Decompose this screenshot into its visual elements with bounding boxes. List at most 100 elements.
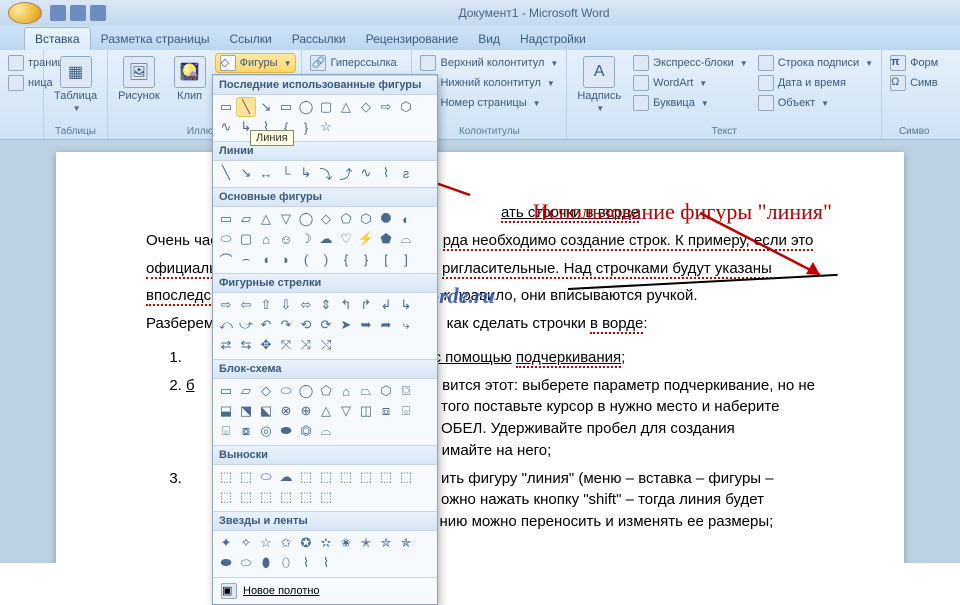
shape-cell[interactable]: ) xyxy=(317,250,335,268)
hyperlink-button[interactable]: 🔗Гиперссылка xyxy=(308,54,398,72)
shape-cell[interactable]: ➤ xyxy=(337,316,355,334)
shape-cell[interactable]: ◯ xyxy=(297,210,315,228)
shape-cell[interactable]: ⇧ xyxy=(257,296,275,314)
shape-cell[interactable]: ⌒ xyxy=(217,250,235,268)
shape-cell[interactable]: ✥ xyxy=(257,336,275,354)
document-page[interactable]: Использование фигуры "линия" ать строчки… xyxy=(56,152,904,563)
shape-cell[interactable]: ⇆ xyxy=(237,336,255,354)
shape-cell[interactable]: ⧇ xyxy=(237,422,255,440)
shape-curve[interactable]: ∿ xyxy=(217,118,235,136)
shape-cell[interactable]: ⌻ xyxy=(217,422,235,440)
shape-cell[interactable]: ⬠ xyxy=(317,382,335,400)
shape-cell[interactable]: ⬬ xyxy=(217,554,235,572)
tab-references[interactable]: Ссылки xyxy=(219,28,281,50)
shape-scribble[interactable]: ƨ xyxy=(397,164,415,182)
shape-cell[interactable]: ⬮ xyxy=(257,554,275,572)
shape-cell[interactable]: ⬭ xyxy=(217,230,235,248)
shape-rbrace[interactable]: } xyxy=(297,118,315,136)
shape-cell[interactable]: ⬚ xyxy=(257,488,275,506)
shape-cell[interactable]: ⬚ xyxy=(217,468,235,486)
shape-curve2[interactable]: ∿ xyxy=(357,164,375,182)
shape-cell[interactable]: ⯃ xyxy=(377,210,395,228)
shape-elbow[interactable]: └ xyxy=(277,164,295,182)
shape-cell[interactable]: ◐ xyxy=(397,210,415,228)
shape-cell[interactable]: ⌓ xyxy=(397,230,415,248)
shape-cell[interactable]: ⬚ xyxy=(237,488,255,506)
shape-cell[interactable]: ↷ xyxy=(277,316,295,334)
shape-cell[interactable]: ➦ xyxy=(377,316,395,334)
shape-cell[interactable]: ⤷ xyxy=(397,316,415,334)
shape-cell[interactable]: ⤺ xyxy=(217,316,235,334)
shape-cell[interactable]: ⧈ xyxy=(377,402,395,420)
shape-cell[interactable]: ✬ xyxy=(337,534,355,552)
shape-cell[interactable]: ⬚ xyxy=(277,488,295,506)
shape-triangle[interactable]: △ xyxy=(337,98,355,116)
shape-cell[interactable]: ⌇ xyxy=(297,554,315,572)
wordart-button[interactable]: WordArt▼ xyxy=(631,74,750,92)
footer-button[interactable]: Нижний колонтитул▼ xyxy=(418,74,556,92)
shape-cell[interactable]: △ xyxy=(257,210,275,228)
shape-cell[interactable]: ☁ xyxy=(277,468,295,486)
shape-cell[interactable]: ⟲ xyxy=(297,316,315,334)
symbol-button[interactable]: ΩСимв xyxy=(888,74,940,92)
shape-cell[interactable]: ⬚ xyxy=(297,468,315,486)
shape-cell[interactable]: ☺ xyxy=(277,230,295,248)
shape-cell[interactable]: ⬯ xyxy=(277,554,295,572)
shape-cell[interactable]: ⬭ xyxy=(257,468,275,486)
object-button[interactable]: Объект▼ xyxy=(756,94,875,112)
shape-cell[interactable]: ⬚ xyxy=(377,468,395,486)
table-button[interactable]: ▦ Таблица ▼ xyxy=(50,54,101,115)
shape-cell[interactable]: ⬔ xyxy=(237,402,255,420)
shape-cell[interactable]: ☁ xyxy=(317,230,335,248)
shape-cell[interactable]: ⤧ xyxy=(277,336,295,354)
textbox-button[interactable]: A Надпись ▼ xyxy=(573,54,625,115)
dropcap-button[interactable]: Буквица▼ xyxy=(631,94,750,112)
tab-insert[interactable]: Вставка xyxy=(24,27,91,50)
shape-cell[interactable]: ◗ xyxy=(277,250,295,268)
date-time-button[interactable]: Дата и время xyxy=(756,74,875,92)
shape-cell[interactable]: ⤨ xyxy=(297,336,315,354)
shape-cell[interactable]: ⌂ xyxy=(257,230,275,248)
shape-cell[interactable]: ↱ xyxy=(357,296,375,314)
shape-cell[interactable]: ⬚ xyxy=(297,488,315,506)
shape-cell[interactable]: ⇦ xyxy=(237,296,255,314)
shape-cell[interactable]: ⏢ xyxy=(357,382,375,400)
shape-arrow[interactable]: ↘ xyxy=(257,98,275,116)
shape-roundrect[interactable]: ▢ xyxy=(317,98,335,116)
shapes-button[interactable]: ◇ Фигуры ▼ xyxy=(216,54,296,72)
shape-cell[interactable]: ⬡ xyxy=(357,210,375,228)
shape-star[interactable]: ☆ xyxy=(317,118,335,136)
shape-cell[interactable]: ◇ xyxy=(317,210,335,228)
document-area[interactable]: Использование фигуры "линия" ать строчки… xyxy=(0,140,960,563)
shape-cell[interactable]: ✭ xyxy=(357,534,375,552)
shape-cell[interactable]: ▭ xyxy=(217,382,235,400)
shape-cell[interactable]: [ xyxy=(377,250,395,268)
shape-cell[interactable]: ⊕ xyxy=(297,402,315,420)
shape-cell[interactable]: ⬚ xyxy=(397,468,415,486)
qat-redo-icon[interactable] xyxy=(90,5,106,21)
shape-cell[interactable]: ◫ xyxy=(357,402,375,420)
qat-undo-icon[interactable] xyxy=(70,5,86,21)
shape-cell[interactable]: { xyxy=(337,250,355,268)
equation-button[interactable]: πФорм xyxy=(888,54,940,72)
shape-cell[interactable]: △ xyxy=(317,402,335,420)
shape-cell[interactable]: ⊗ xyxy=(277,402,295,420)
shape-cell[interactable]: ⚡ xyxy=(357,230,375,248)
shape-cell[interactable]: ⇩ xyxy=(277,296,295,314)
shape-line[interactable]: ╲ xyxy=(237,98,255,116)
office-button[interactable] xyxy=(8,2,42,24)
shape-cell[interactable]: ↳ xyxy=(397,296,415,314)
shape-cell[interactable]: ⌓ xyxy=(317,422,335,440)
shape-cell[interactable]: ↲ xyxy=(377,296,395,314)
shape-cell[interactable]: ⬚ xyxy=(337,468,355,486)
shape-cell[interactable]: ◎ xyxy=(257,422,275,440)
qat-save-icon[interactable] xyxy=(50,5,66,21)
shape-cell[interactable]: ⬡ xyxy=(377,382,395,400)
quick-parts-button[interactable]: Экспресс-блоки▼ xyxy=(631,54,750,72)
shape-cell[interactable]: ⟳ xyxy=(317,316,335,334)
tab-view[interactable]: Вид xyxy=(468,28,510,50)
shape-cell[interactable]: ⌼ xyxy=(397,382,415,400)
shape-cell[interactable]: ⬚ xyxy=(357,468,375,486)
shape-cell[interactable]: ⬚ xyxy=(237,468,255,486)
shape-cell[interactable]: ⬠ xyxy=(337,210,355,228)
